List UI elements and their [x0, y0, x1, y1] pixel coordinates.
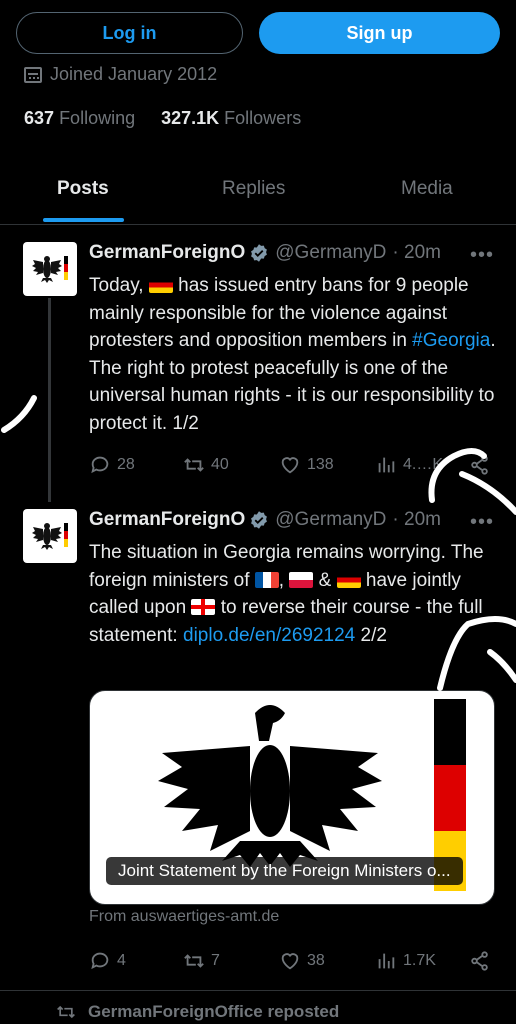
share-icon [471, 455, 488, 475]
post-actions: 4 7 38 1.7K [89, 950, 499, 974]
joined-text: Joined January 2012 [50, 64, 218, 84]
eagle-icon [32, 256, 68, 283]
flag-poland-icon [289, 571, 314, 588]
followers-link[interactable]: 327.1K Followers [161, 108, 301, 129]
post-time[interactable]: · 20m [392, 242, 441, 264]
tab-media[interactable]: Media [401, 178, 453, 200]
text-part: & [313, 569, 337, 591]
repost-count: 7 [211, 952, 220, 969]
views-button[interactable]: 4.…K [375, 454, 443, 476]
post-text: The situation in Georgia remains worryin… [89, 539, 499, 649]
reply-button[interactable]: 4 [89, 950, 126, 972]
statement-link[interactable]: diplo.de/en/2692124 [183, 625, 355, 646]
repost-icon [184, 954, 204, 968]
tab-replies[interactable]: Replies [222, 178, 285, 200]
calendar-icon [24, 66, 42, 83]
post-time[interactable]: · 20m [392, 509, 441, 531]
views-icon [378, 457, 395, 473]
like-button[interactable]: 138 [279, 454, 334, 476]
divider [0, 990, 516, 991]
flag-georgia-icon [191, 599, 216, 615]
views-count: 1.7K [403, 952, 436, 969]
author-handle[interactable]: @GermanyD [275, 242, 386, 264]
verified-icon [251, 511, 268, 529]
following-link[interactable]: 637 Following [24, 108, 135, 129]
follow-stats: 637 Following 327.1K Followers [24, 108, 301, 129]
following-label: Following [59, 108, 136, 128]
eagle-icon [32, 523, 68, 550]
card-caption: Joint Statement by the Foreign Ministers… [106, 857, 463, 885]
post-text: Today, has issued entry bans for 9 peopl… [89, 272, 499, 437]
thread-line [48, 298, 51, 502]
post-header: GermanForeignO @GermanyD · 20m [89, 509, 441, 531]
login-button[interactable]: Log in [16, 12, 243, 54]
share-button[interactable] [469, 950, 491, 972]
author-name[interactable]: GermanForeignO [89, 509, 245, 531]
views-button[interactable]: 1.7K [375, 950, 436, 972]
joined-date: Joined January 2012 [24, 64, 217, 85]
post-header: GermanForeignO @GermanyD · 20m [89, 242, 441, 264]
flag-france-icon [254, 571, 279, 588]
reply-count: 4 [117, 952, 126, 969]
profile-tabs: Posts Replies Media [0, 170, 516, 225]
reply-icon [91, 456, 109, 474]
views-count: 4.…K [403, 456, 444, 473]
repost-notice-text: GermanForeignOffice reposted [88, 1002, 340, 1021]
text-part: 2/2 [355, 624, 387, 646]
active-tab-indicator [43, 218, 124, 222]
signup-button[interactable]: Sign up [259, 12, 500, 54]
text-part: , [278, 569, 290, 591]
like-icon [281, 953, 299, 970]
repost-icon [184, 458, 204, 472]
following-count: 637 [24, 108, 55, 128]
avatar[interactable] [23, 242, 77, 296]
like-button[interactable]: 38 [279, 950, 325, 972]
tab-posts[interactable]: Posts [57, 178, 109, 200]
avatar[interactable] [23, 509, 77, 563]
card-source[interactable]: From auswaertiges-amt.de [89, 908, 279, 926]
followers-label: Followers [224, 108, 302, 128]
link-card[interactable]: Joint Statement by the Foreign Ministers… [89, 690, 495, 905]
repost-icon [57, 1005, 75, 1019]
author-name[interactable]: GermanForeignO [89, 242, 245, 264]
repost-notice[interactable]: GermanForeignOffice reposted [56, 1002, 339, 1022]
repost-count: 40 [211, 456, 229, 473]
followers-count: 327.1K [161, 108, 220, 128]
text-part: Today, [89, 275, 149, 296]
like-count: 138 [307, 456, 334, 473]
auth-bar: Log in Sign up [16, 12, 500, 56]
flag-germany-icon [148, 277, 173, 293]
views-icon [378, 953, 395, 969]
share-icon [471, 951, 488, 971]
author-handle[interactable]: @GermanyD [275, 509, 386, 531]
like-icon [281, 457, 299, 474]
share-button[interactable] [469, 454, 491, 476]
post-actions: 28 40 138 4.…K [89, 454, 499, 478]
like-count: 38 [307, 952, 325, 969]
repost-button[interactable]: 40 [183, 454, 229, 476]
hashtag-link[interactable]: #Georgia [412, 330, 490, 351]
more-icon[interactable]: ••• [470, 511, 494, 534]
flag-germany-icon [336, 571, 361, 588]
reply-button[interactable]: 28 [89, 454, 135, 476]
reply-count: 28 [117, 456, 135, 473]
reply-icon [91, 952, 109, 970]
repost-button[interactable]: 7 [183, 950, 220, 972]
more-icon[interactable]: ••• [470, 244, 494, 267]
verified-icon [251, 244, 268, 262]
